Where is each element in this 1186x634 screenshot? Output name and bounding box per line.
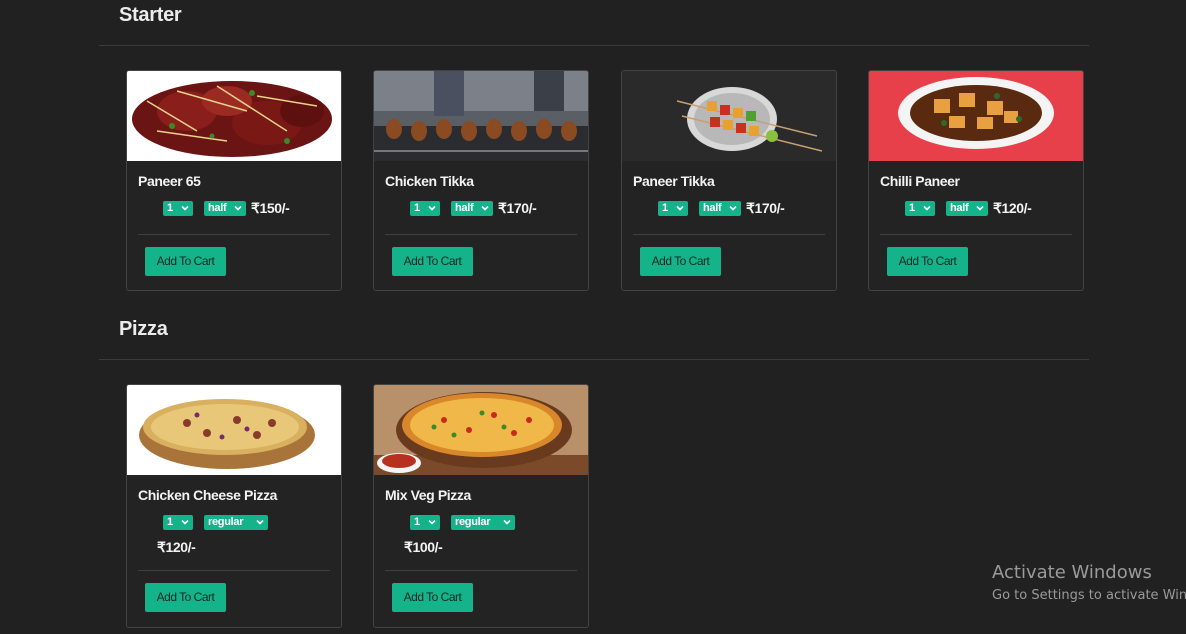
- chevron-down-icon: [676, 205, 684, 211]
- add-to-cart-button[interactable]: Add To Cart: [145, 247, 226, 276]
- chevron-down-icon: [256, 519, 264, 525]
- add-to-cart-button[interactable]: Add To Cart: [392, 247, 473, 276]
- item-price: ₹170/-: [746, 199, 785, 216]
- quantity-select[interactable]: 1: [410, 200, 440, 216]
- chevron-down-icon: [428, 519, 436, 525]
- section-title-starter: Starter: [119, 4, 182, 26]
- add-to-cart-button[interactable]: Add To Cart: [145, 583, 226, 612]
- portion-value: regular: [455, 516, 491, 528]
- chevron-down-icon: [923, 205, 931, 211]
- quantity-value: 1: [414, 516, 420, 528]
- quantity-select[interactable]: 1: [163, 200, 193, 216]
- quantity-select[interactable]: 1: [410, 514, 440, 530]
- chevron-down-icon: [181, 519, 189, 525]
- portion-select[interactable]: half: [451, 200, 493, 216]
- veg-pizza-image: [374, 385, 588, 475]
- menu-card-chilli-paneer: Chilli Paneer 1 half ₹120/- Add To Cart: [868, 70, 1084, 291]
- item-name: Paneer Tikka: [633, 173, 715, 189]
- menu-card-chicken-cheese-pizza: Chicken Cheese Pizza 1 regular ₹120/- Ad…: [126, 384, 342, 628]
- portion-value: regular: [208, 516, 244, 528]
- add-to-cart-button[interactable]: Add To Cart: [392, 583, 473, 612]
- item-name: Mix Veg Pizza: [385, 487, 471, 503]
- chevron-down-icon: [481, 205, 489, 211]
- paneer-skewers-image: [622, 71, 836, 161]
- chevron-down-icon: [234, 205, 242, 211]
- chevron-down-icon: [181, 205, 189, 211]
- quantity-value: 1: [909, 202, 915, 214]
- item-name: Chicken Cheese Pizza: [138, 487, 278, 503]
- menu-card-paneer-tikka: Paneer Tikka 1 half ₹170/- Add To Cart: [621, 70, 837, 291]
- add-to-cart-button[interactable]: Add To Cart: [887, 247, 968, 276]
- portion-value: half: [950, 202, 969, 214]
- activate-windows-title: Activate Windows: [992, 562, 1152, 583]
- chevron-down-icon: [503, 519, 511, 525]
- menu-card-paneer-65: Paneer 65 1 half ₹150/- Add To Cart: [126, 70, 342, 291]
- item-price: ₹100/-: [404, 539, 443, 555]
- chilli-paneer-bowl-image: [869, 71, 1083, 161]
- quantity-select[interactable]: 1: [905, 200, 935, 216]
- fried-paneer-image: [127, 71, 341, 161]
- item-price: ₹150/-: [251, 199, 290, 216]
- quantity-value: 1: [414, 202, 420, 214]
- item-price: ₹120/-: [157, 539, 196, 555]
- add-to-cart-button[interactable]: Add To Cart: [640, 247, 721, 276]
- quantity-select[interactable]: 1: [658, 200, 688, 216]
- activate-windows-subtitle: Go to Settings to activate Windows.: [992, 588, 1186, 603]
- portion-select[interactable]: regular: [451, 514, 515, 530]
- section-title-pizza: Pizza: [119, 318, 168, 340]
- portion-value: half: [455, 202, 474, 214]
- portion-select[interactable]: half: [699, 200, 741, 216]
- portion-select[interactable]: regular: [204, 514, 268, 530]
- quantity-value: 1: [167, 516, 173, 528]
- quantity-value: 1: [662, 202, 668, 214]
- portion-select[interactable]: half: [946, 200, 988, 216]
- portion-value: half: [208, 202, 227, 214]
- item-price: ₹120/-: [993, 199, 1032, 216]
- quantity-value: 1: [167, 202, 173, 214]
- chevron-down-icon: [976, 205, 984, 211]
- portion-select[interactable]: half: [204, 200, 246, 216]
- section-divider: [99, 359, 1089, 360]
- chicken-pizza-image: [127, 385, 341, 475]
- menu-card-chicken-tikka: Chicken Tikka 1 half ₹170/- Add To Cart: [373, 70, 589, 291]
- chevron-down-icon: [729, 205, 737, 211]
- menu-card-mix-veg-pizza: Mix Veg Pizza 1 regular ₹100/- Add To Ca…: [373, 384, 589, 628]
- item-name: Chicken Tikka: [385, 173, 474, 189]
- item-name: Paneer 65: [138, 173, 201, 189]
- chicken-skewers-image: [374, 71, 588, 161]
- item-name: Chilli Paneer: [880, 173, 960, 189]
- section-divider: [99, 45, 1089, 46]
- item-price: ₹170/-: [498, 199, 537, 216]
- portion-value: half: [703, 202, 722, 214]
- quantity-select[interactable]: 1: [163, 514, 193, 530]
- chevron-down-icon: [428, 205, 436, 211]
